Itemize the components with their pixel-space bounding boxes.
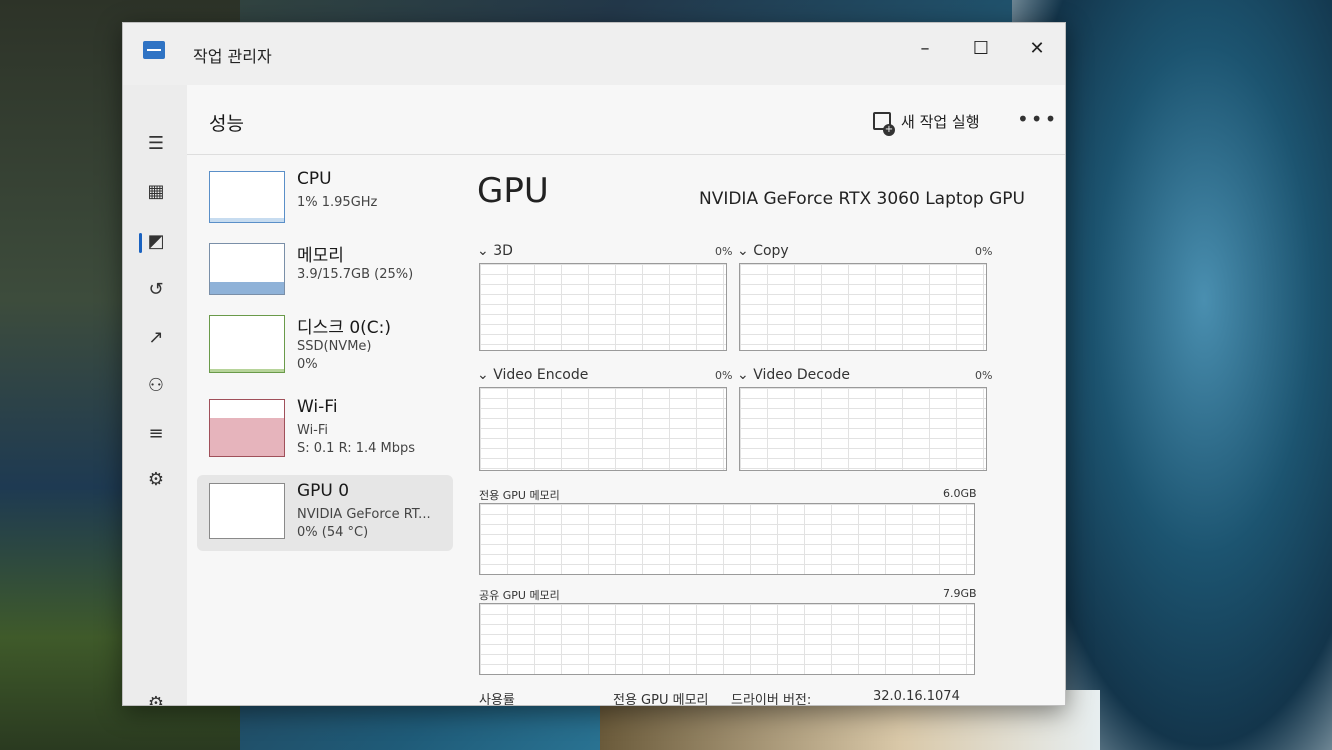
driver-version-value: 32.0.16.1074 (873, 689, 960, 704)
run-new-task-label: 새 작업 실행 (901, 112, 980, 131)
resource-detail-2: S: 0.1 R: 1.4 Mbps (297, 441, 416, 456)
performance-icon[interactable]: ◩ (141, 227, 171, 257)
graph-3d (479, 263, 727, 351)
settings-icon[interactable]: ⚙ (141, 689, 171, 705)
resource-name: GPU 0 (297, 481, 350, 501)
engine-percent: 0% (715, 369, 733, 382)
menu-icon[interactable]: ☰ (141, 129, 171, 159)
disk-mini-graph (209, 315, 285, 373)
resource-name: 메모리 (297, 246, 344, 266)
resource-detail: 3.9/15.7GB (25%) (297, 267, 414, 282)
engine-selector-video-decode[interactable]: ⌄ Video Decode (737, 367, 850, 383)
engine-percent: 0% (715, 245, 733, 258)
chevron-down-icon: ⌄ (477, 367, 489, 383)
resource-item-cpu[interactable]: CPU 1% 1.95GHz (197, 163, 453, 235)
window-title: 작업 관리자 (193, 47, 272, 66)
engine-label: Video Decode (753, 367, 851, 383)
page-header: 성능 새 작업 실행 ••• (187, 85, 1065, 155)
resource-item-gpu[interactable]: GPU 0 NVIDIA GeForce RT... 0% (54 °C) (197, 475, 453, 551)
detail-title: GPU (477, 171, 549, 211)
shared-memory-label: 공유 GPU 메모리 (479, 589, 560, 602)
title-bar[interactable]: 작업 관리자 – ☐ ✕ (123, 23, 1065, 85)
wifi-mini-graph (209, 399, 285, 457)
app-history-icon[interactable]: ↺ (141, 275, 171, 305)
processes-icon[interactable]: ▦ (141, 177, 171, 207)
resource-name: CPU (297, 169, 332, 189)
engine-label: 3D (493, 243, 513, 259)
startup-apps-icon[interactable]: ↗ (141, 323, 171, 353)
resource-detail-2: 0% (297, 357, 318, 372)
more-options-button[interactable]: ••• (1017, 107, 1058, 131)
resource-item-disk[interactable]: 디스크 0(C:) SSD(NVMe) 0% (197, 307, 453, 391)
resource-list: CPU 1% 1.95GHz 메모리 3.9/15.7GB (25%) 디스크 … (197, 163, 463, 703)
chevron-down-icon: ⌄ (737, 243, 749, 259)
graph-video-decode (739, 387, 987, 471)
resource-detail-2: 0% (54 °C) (297, 525, 369, 540)
maximize-button[interactable]: ☐ (959, 33, 1003, 65)
task-manager-window: 작업 관리자 – ☐ ✕ ☰ ▦ ◩ ↺ ↗ ⚇ ≡ ⚙ ⚙ 성능 새 작업 실… (122, 22, 1066, 706)
engine-label: Copy (753, 243, 789, 259)
resource-name: Wi-Fi (297, 397, 338, 417)
task-manager-app-icon (143, 41, 165, 59)
engine-percent: 0% (975, 245, 993, 258)
gpu-model-name: NVIDIA GeForce RTX 3060 Laptop GPU (698, 189, 1025, 209)
engine-selector-3d[interactable]: ⌄ 3D (477, 243, 513, 259)
usage-label: 사용률 (479, 693, 515, 706)
shared-memory-max: 7.9GB (943, 587, 977, 600)
engine-selector-copy[interactable]: ⌄ Copy (737, 243, 789, 259)
navigation-sidebar: ☰ ▦ ◩ ↺ ↗ ⚇ ≡ ⚙ ⚙ (123, 85, 187, 705)
graph-video-encode (479, 387, 727, 471)
chevron-down-icon: ⌄ (477, 243, 489, 259)
minimize-button[interactable]: – (903, 33, 947, 65)
details-icon[interactable]: ≡ (141, 419, 171, 449)
engine-label: Video Encode (493, 367, 589, 383)
gpu-detail-panel: GPU NVIDIA GeForce RTX 3060 Laptop GPU ⌄… (473, 163, 1033, 706)
resource-item-memory[interactable]: 메모리 3.9/15.7GB (25%) (197, 235, 453, 307)
engine-percent: 0% (975, 369, 993, 382)
graph-shared-memory (479, 603, 975, 675)
engine-selector-video-encode[interactable]: ⌄ Video Encode (477, 367, 588, 383)
resource-detail: SSD(NVMe) (297, 339, 372, 354)
resource-detail: Wi-Fi (297, 423, 329, 438)
resource-detail: NVIDIA GeForce RT... (297, 507, 431, 522)
close-button[interactable]: ✕ (1015, 33, 1059, 65)
resource-item-wifi[interactable]: Wi-Fi Wi-Fi S: 0.1 R: 1.4 Mbps (197, 391, 453, 471)
gpu-mini-graph (209, 483, 285, 539)
performance-page: 성능 새 작업 실행 ••• CPU 1% 1.95GHz 메모리 3.9/15 (187, 85, 1065, 706)
users-icon[interactable]: ⚇ (141, 371, 171, 401)
chevron-down-icon: ⌄ (737, 367, 749, 383)
memory-mini-graph (209, 243, 285, 295)
dedicated-memory-footer-label: 전용 GPU 메모리 (613, 693, 709, 706)
cpu-mini-graph (209, 171, 285, 223)
page-title: 성능 (209, 113, 244, 135)
resource-detail: 1% 1.95GHz (297, 195, 378, 210)
graph-copy (739, 263, 987, 351)
run-new-task-button[interactable]: 새 작업 실행 (873, 107, 980, 136)
services-icon[interactable]: ⚙ (141, 465, 171, 495)
resource-name: 디스크 0(C:) (297, 318, 392, 338)
dedicated-memory-max: 6.0GB (943, 487, 977, 500)
graph-dedicated-memory (479, 503, 975, 575)
driver-version-label: 드라이버 버전: (731, 693, 812, 706)
new-task-icon (873, 112, 895, 136)
dedicated-memory-label: 전용 GPU 메모리 (479, 489, 560, 502)
